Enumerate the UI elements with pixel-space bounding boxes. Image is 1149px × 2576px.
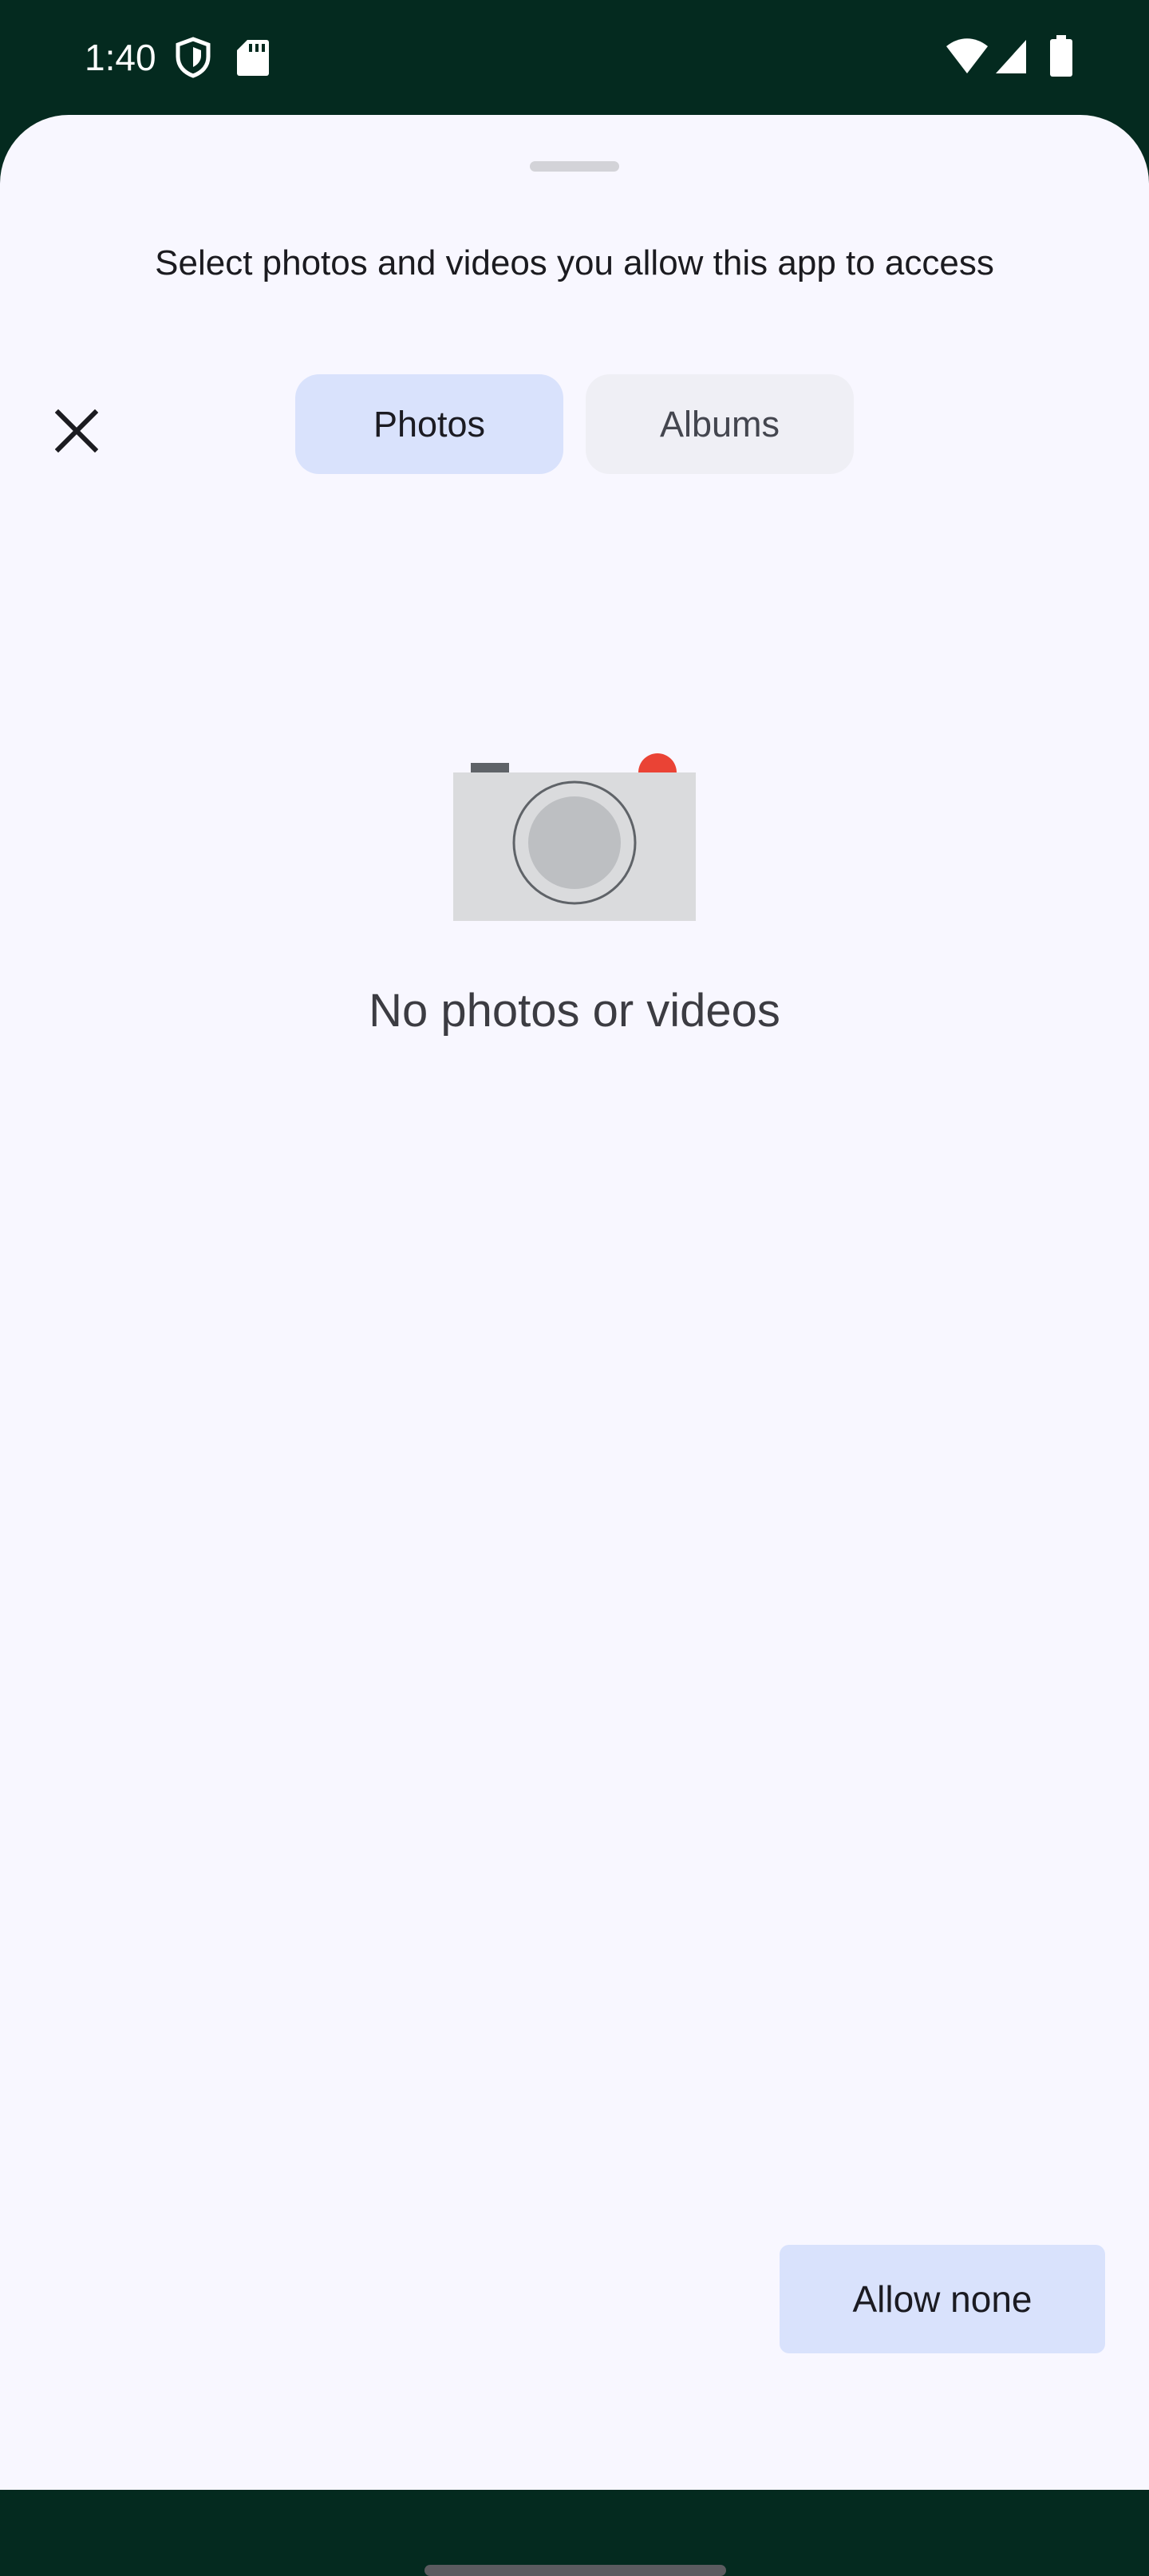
drag-handle[interactable]	[530, 161, 619, 172]
status-bar: 1:40	[0, 0, 1149, 116]
allow-none-button[interactable]: Allow none	[780, 2245, 1105, 2353]
status-time: 1:40	[85, 37, 156, 78]
camera-icon	[453, 753, 696, 921]
close-button[interactable]	[37, 391, 116, 471]
tab-photos-label: Photos	[373, 403, 486, 444]
navigation-handle[interactable]	[424, 2565, 726, 2576]
close-icon	[55, 409, 98, 452]
sheet-title: Select photos and videos you allow this …	[155, 243, 994, 282]
allow-none-label: Allow none	[852, 2278, 1033, 2320]
sd-card-icon	[237, 40, 269, 76]
tab-albums[interactable]: Albums	[586, 374, 854, 474]
tab-albums-label: Albums	[659, 403, 780, 444]
shield-icon	[176, 37, 211, 78]
signal-icon	[996, 40, 1026, 73]
wifi-icon	[946, 38, 988, 73]
photo-picker-sheet: Select photos and videos you allow this …	[0, 115, 1149, 2576]
tab-photos[interactable]: Photos	[295, 374, 563, 474]
battery-icon	[1050, 35, 1072, 77]
empty-state-message: No photos or videos	[369, 985, 780, 1037]
